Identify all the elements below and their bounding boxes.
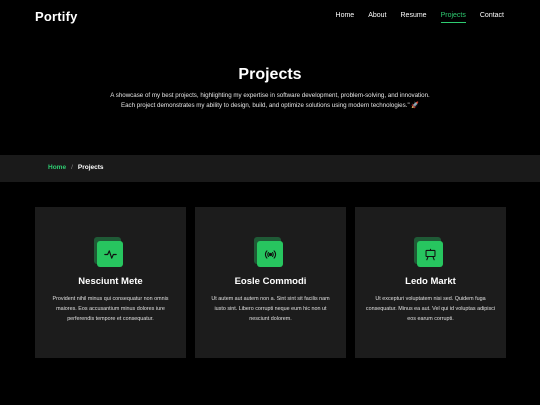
- main-nav: Home About Resume Projects Contact: [322, 12, 504, 23]
- project-description: Provident nihil minus qui consequatur no…: [52, 296, 169, 322]
- project-cards: Nesciunt Mete Provident nihil minus qui …: [35, 207, 506, 358]
- page-description: A showcase of my best projects, highligh…: [110, 92, 430, 109]
- nav-contact[interactable]: Contact: [480, 12, 504, 23]
- breadcrumb-home-link[interactable]: Home: [48, 164, 66, 171]
- project-icon-box: [254, 237, 285, 268]
- nav-home[interactable]: Home: [336, 12, 355, 23]
- project-icon-box: [94, 237, 125, 268]
- breadcrumb-current: Projects: [77, 164, 104, 171]
- project-card[interactable]: Eosle Commodi Ut autem aut autem non a. …: [195, 207, 346, 358]
- breadcrumb-separator: /: [71, 164, 73, 171]
- project-card[interactable]: Ledo Markt Ut excepturi voluptatem nisi …: [355, 207, 506, 358]
- project-icon-box: [414, 237, 445, 268]
- site-header: Portify Home About Resume Projects Conta…: [0, 0, 540, 36]
- broadcast-icon: [257, 241, 283, 267]
- project-card[interactable]: Nesciunt Mete Provident nihil minus qui …: [35, 207, 186, 358]
- project-title: Eosle Commodi: [234, 276, 307, 287]
- breadcrumb: Home / Projects: [48, 164, 104, 171]
- nav-about[interactable]: About: [368, 12, 386, 23]
- activity-icon: [97, 241, 123, 267]
- breadcrumb-bar: Home / Projects: [0, 155, 540, 182]
- site-logo[interactable]: Portify: [35, 9, 78, 24]
- easel-icon: [417, 241, 443, 267]
- project-title: Nesciunt Mete: [78, 276, 143, 287]
- project-title: Ledo Markt: [405, 276, 456, 287]
- nav-projects[interactable]: Projects: [440, 12, 467, 23]
- project-description: Ut excepturi voluptatem nisi sed. Quidem…: [365, 296, 496, 322]
- page-title: Projects: [238, 66, 302, 83]
- page-hero: Projects A showcase of my best projects,…: [0, 66, 540, 111]
- project-description: Ut autem aut autem non a. Sint sint sit …: [211, 296, 330, 322]
- nav-resume[interactable]: Resume: [401, 12, 427, 23]
